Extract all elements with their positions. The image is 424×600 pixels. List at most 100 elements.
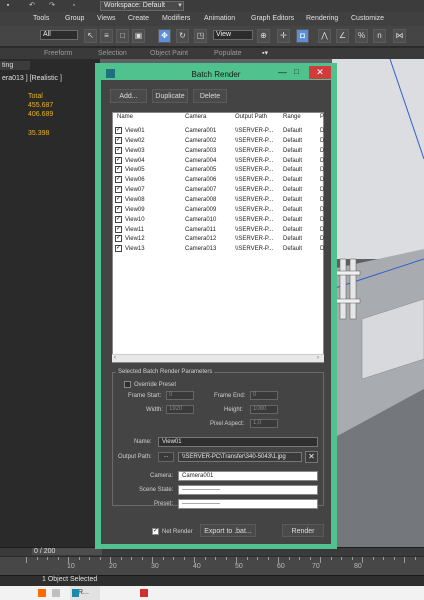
name-input[interactable]: View01 bbox=[158, 437, 318, 447]
window-crossing-icon[interactable]: ▣ bbox=[132, 29, 145, 43]
reference-coordinate-dropdown[interactable]: View bbox=[213, 30, 253, 40]
selection-filter-dropdown[interactable]: All bbox=[40, 30, 78, 40]
menu-customize[interactable]: Customize bbox=[351, 14, 384, 24]
table-row[interactable]: ✓ View09 Camera009 \\SERVER-P... Default D bbox=[112, 205, 324, 215]
menu-create[interactable]: Create bbox=[128, 14, 149, 24]
horizontal-scrollbar[interactable]: ‹ › bbox=[112, 354, 324, 362]
scene-geometry[interactable] bbox=[332, 59, 424, 549]
named-selection-icon[interactable]: ⋈ bbox=[393, 29, 406, 43]
menu-animation[interactable]: Animation bbox=[204, 14, 235, 24]
ribbon-tab-selection[interactable]: Selection bbox=[98, 49, 127, 58]
keyboard-shortcut-icon[interactable]: ◘ bbox=[296, 29, 309, 43]
table-row[interactable]: ✓ View10 Camera010 \\SERVER-P... Default D bbox=[112, 215, 324, 225]
save-icon[interactable]: ▪ bbox=[4, 2, 12, 10]
spinner-snap-icon[interactable]: n bbox=[373, 29, 386, 43]
panel-tab[interactable]: ting bbox=[0, 61, 30, 70]
viewport-label[interactable]: era013 ] [Realistic ] bbox=[2, 75, 62, 82]
time-slider-position[interactable]: 0 / 200 bbox=[32, 548, 102, 555]
row-checkbox[interactable]: ✓ bbox=[115, 127, 122, 134]
scroll-left-icon[interactable]: ‹ bbox=[114, 355, 116, 361]
table-row[interactable]: ✓ View05 Camera005 \\SERVER-P... Default D bbox=[112, 165, 324, 175]
table-row[interactable]: ✓ View11 Camera011 \\SERVER-P... Default D bbox=[112, 225, 324, 235]
table-row[interactable]: ✓ View12 Camera012 \\SERVER-P... Default D bbox=[112, 234, 324, 244]
row-checkbox[interactable]: ✓ bbox=[115, 166, 122, 174]
menu-rendering[interactable]: Rendering bbox=[306, 14, 338, 24]
col-range[interactable]: Range bbox=[283, 114, 301, 120]
taskbar-app-icon[interactable] bbox=[140, 589, 148, 597]
table-row[interactable]: ✓ View03 Camera003 \\SERVER-P... Default D bbox=[112, 146, 324, 156]
pivot-center-icon[interactable]: ⊕ bbox=[257, 29, 270, 43]
row-checkbox[interactable]: ✓ bbox=[115, 146, 122, 154]
render-button[interactable]: Render bbox=[282, 524, 324, 537]
select-scale-icon[interactable]: ◳ bbox=[194, 29, 207, 43]
row-checkbox[interactable]: ✓ bbox=[115, 215, 122, 223]
taskbar-app-icon[interactable] bbox=[52, 589, 60, 597]
row-checkbox[interactable]: ✓ bbox=[115, 176, 122, 184]
close-icon[interactable]: ✕ bbox=[309, 66, 331, 79]
row-checkbox[interactable]: ✓ bbox=[115, 156, 122, 164]
rectangular-selection-icon[interactable]: □ bbox=[116, 29, 129, 43]
menu-views[interactable]: Views bbox=[97, 14, 116, 24]
maximize-icon[interactable]: □ bbox=[294, 67, 299, 76]
ribbon-options-icon[interactable]: ▪▾ bbox=[262, 49, 268, 58]
delete-button[interactable]: Delete bbox=[193, 89, 227, 103]
row-checkbox[interactable]: ✓ bbox=[115, 235, 122, 243]
table-row[interactable]: ✓ View02 Camera002 \\SERVER-P... Default D bbox=[112, 136, 324, 146]
net-render-checkbox[interactable]: ✓ bbox=[152, 528, 159, 535]
table-row[interactable]: ✓ View13 Camera013 \\SERVER-P... Default D bbox=[112, 244, 324, 254]
menu-tools[interactable]: Tools bbox=[33, 14, 49, 24]
percent-snap-icon[interactable]: % bbox=[355, 29, 368, 43]
track-bar[interactable]: 10 20 30 40 50 60 70 80 bbox=[0, 557, 424, 575]
snaps-toggle-icon[interactable]: ⋀ bbox=[318, 29, 331, 43]
row-checkbox[interactable]: ✓ bbox=[115, 195, 122, 203]
taskbar-app-icon[interactable] bbox=[38, 589, 46, 597]
frame-end-input[interactable]: 0 bbox=[250, 391, 278, 400]
row-checkbox[interactable]: ✓ bbox=[115, 245, 122, 253]
frame-start-input[interactable]: 0 bbox=[166, 391, 194, 400]
undo-icon[interactable]: ↶ bbox=[28, 2, 36, 10]
col-camera[interactable]: Camera bbox=[185, 114, 206, 120]
col-name[interactable]: Name bbox=[117, 114, 133, 120]
menu-modifiers[interactable]: Modifiers bbox=[162, 14, 190, 24]
workspace-dropdown[interactable]: Workspace: Default bbox=[100, 1, 184, 11]
select-move-icon[interactable]: ✥ bbox=[158, 29, 171, 43]
table-row[interactable]: ✓ View08 Camera008 \\SERVER-P... Default D bbox=[112, 195, 324, 205]
width-input[interactable]: 1920 bbox=[166, 405, 194, 414]
override-preset-checkbox[interactable] bbox=[124, 381, 131, 388]
row-checkbox[interactable]: ✓ bbox=[115, 186, 122, 194]
scene-state-dropdown[interactable]: ------------------- bbox=[178, 485, 318, 495]
preset-dropdown[interactable]: ------------------- bbox=[178, 499, 318, 509]
menu-graph-editors[interactable]: Graph Editors bbox=[251, 14, 294, 24]
row-checkbox[interactable]: ✓ bbox=[115, 205, 122, 213]
pixel-aspect-input[interactable]: 1,0 bbox=[250, 419, 278, 428]
table-row[interactable]: ✓ View06 Camera006 \\SERVER-P... Default D bbox=[112, 175, 324, 185]
camera-dropdown[interactable]: Camera001 bbox=[178, 471, 318, 481]
folder-icon[interactable]: ▫ bbox=[70, 2, 78, 10]
ribbon-tab-freeform[interactable]: Freeform bbox=[44, 49, 72, 58]
row-checkbox[interactable]: ✓ bbox=[115, 225, 122, 233]
row-checkbox[interactable]: ✓ bbox=[115, 136, 122, 144]
angle-snap-icon[interactable]: ∠ bbox=[336, 29, 349, 43]
table-row[interactable]: ✓ View07 Camera007 \\SERVER-P... Default D bbox=[112, 185, 324, 195]
scroll-right-icon[interactable]: › bbox=[317, 355, 319, 361]
table-row[interactable]: ✓ View04 Camera004 \\SERVER-P... Default D bbox=[112, 156, 324, 166]
chevron-down-icon[interactable]: ▾ bbox=[176, 2, 184, 10]
select-object-icon[interactable]: ↖ bbox=[84, 29, 97, 43]
col-output-path[interactable]: Output Path bbox=[235, 114, 267, 120]
output-path-field[interactable]: \\SERVER-PC\Transfer\340-5043\1.jpg bbox=[178, 452, 302, 462]
table-row[interactable]: ✓ View01 Camera001 \\SERVER-P... Default D bbox=[112, 126, 324, 136]
redo-icon[interactable]: ↷ bbox=[48, 2, 56, 10]
duplicate-button[interactable]: Duplicate bbox=[152, 89, 188, 103]
height-input[interactable]: 1080 bbox=[250, 405, 278, 414]
select-rotate-icon[interactable]: ↻ bbox=[176, 29, 189, 43]
menu-group[interactable]: Group bbox=[65, 14, 84, 24]
clear-path-icon[interactable]: ✕ bbox=[305, 451, 318, 463]
output-browse-button[interactable]: ... bbox=[158, 452, 174, 462]
ribbon-tab-object-paint[interactable]: Object Paint bbox=[150, 49, 188, 58]
ribbon-tab-populate[interactable]: Populate bbox=[214, 49, 242, 58]
add-button[interactable]: Add... bbox=[110, 89, 147, 103]
export-bat-button[interactable]: Export to .bat... bbox=[200, 524, 256, 537]
select-by-name-icon[interactable]: ≡ bbox=[100, 29, 113, 43]
minimize-icon[interactable]: — bbox=[278, 67, 287, 77]
manipulate-icon[interactable]: ✛ bbox=[277, 29, 290, 43]
